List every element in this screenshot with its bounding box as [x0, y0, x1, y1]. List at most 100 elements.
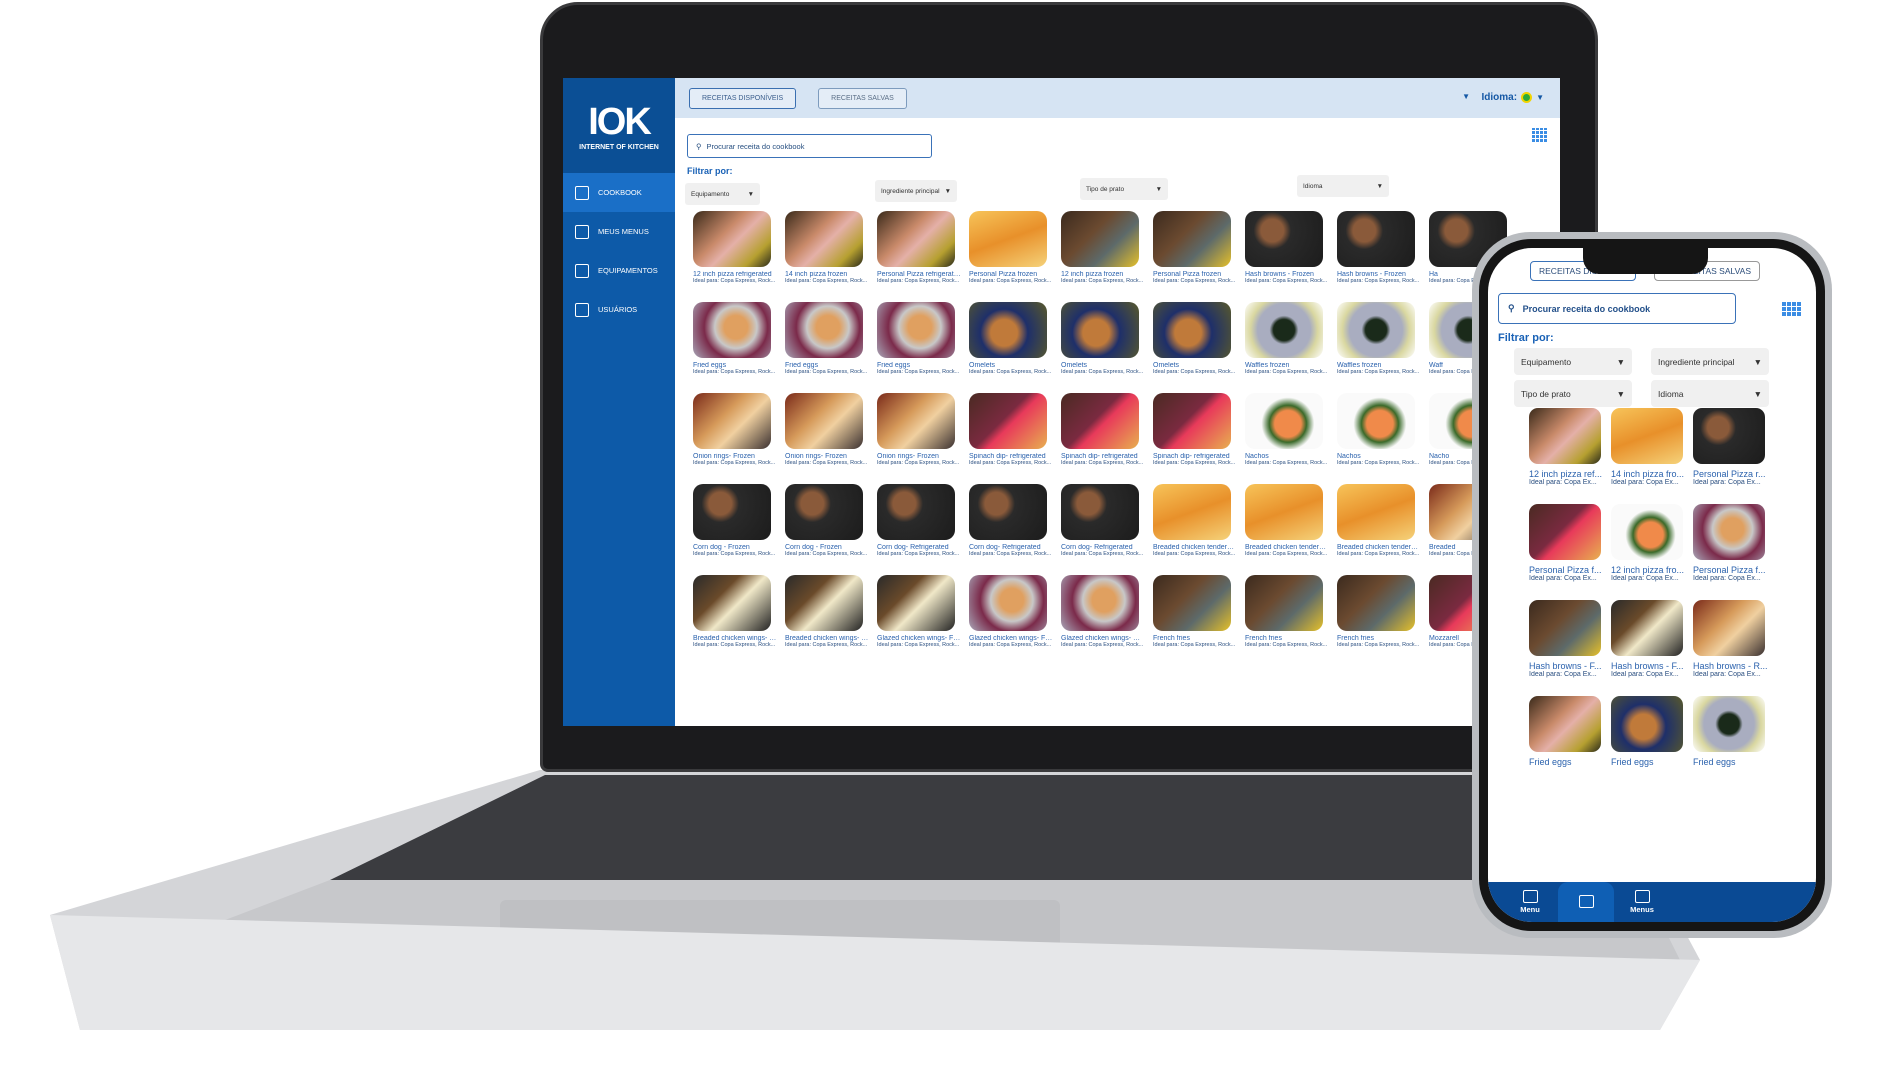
recipe-card[interactable]: French fries Ideal para: Copa Express, Ro… — [1337, 575, 1421, 648]
recipe-card[interactable]: Fried eggs — [1529, 696, 1611, 767]
recipe-card[interactable]: Glazed chicken wings- Fro... Ideal para: … — [877, 575, 961, 648]
recipe-card[interactable]: Corn dog- Refrigerated Ideal para: Copa E… — [1061, 484, 1145, 557]
recipe-image — [1611, 600, 1683, 656]
recipe-title: Omelets — [1153, 362, 1180, 369]
sidebar-item-cookbook[interactable]: COOKBOOK — [563, 173, 675, 212]
recipe-card[interactable]: Spinach dip- refrigerated Ideal para: Cop… — [1061, 393, 1145, 466]
recipe-card[interactable]: Personal Pizza frozen Ideal para: Copa Ex… — [1153, 211, 1237, 284]
phone-search-input[interactable]: ⚲ Procurar receita do cookbook — [1498, 293, 1736, 324]
recipe-card[interactable]: Nachos Ideal para: Copa Express, Rock... — [1337, 393, 1421, 466]
tab-receitas-disponiveis[interactable]: RECEITAS DISPONÍVEIS — [689, 87, 797, 109]
recipe-card[interactable]: French fries Ideal para: Copa Express, Ro… — [1153, 575, 1237, 648]
recipe-card[interactable]: 14 inch pizza fro... Ideal para: Copa Ex.… — [1611, 408, 1693, 486]
phone-filter-tipo-prato[interactable]: Tipo de prato ▼ — [1514, 380, 1632, 407]
recipe-card[interactable]: Waffles frozen Ideal para: Copa Express, … — [1245, 302, 1329, 375]
recipe-card[interactable]: Hash browns - Frozen Ideal para: Copa Exp… — [1337, 211, 1421, 284]
recipe-image — [1611, 504, 1683, 560]
recipe-subtitle: Ideal para: Copa Express, Rock... — [693, 460, 776, 466]
recipe-subtitle: Ideal para: Copa Express, Rock... — [969, 551, 1052, 557]
recipe-image — [785, 302, 863, 358]
recipe-card[interactable]: 12 inch pizza frozen Ideal para: Copa Exp… — [1061, 211, 1145, 284]
recipe-image — [877, 211, 955, 267]
recipe-title: Corn dog - Frozen — [693, 544, 750, 551]
filter-equipamento[interactable]: Equipamento ▼ — [685, 183, 760, 205]
recipe-card[interactable]: Onion rings- Frozen Ideal para: Copa Expr… — [877, 393, 961, 466]
recipe-card[interactable]: Breaded chicken wings- Fr... Ideal para: … — [693, 575, 777, 648]
recipe-card[interactable]: Fried eggs Ideal para: Copa Express, Rock… — [693, 302, 777, 375]
grid-view-icon[interactable] — [1532, 128, 1548, 142]
recipe-card[interactable]: Onion rings- Frozen Ideal para: Copa Expr… — [693, 393, 777, 466]
recipe-card[interactable]: Personal Pizza refrigerated Ideal para: C… — [877, 211, 961, 284]
recipe-card[interactable]: Fried eggs — [1693, 696, 1775, 767]
recipe-card[interactable]: Hash browns - F... Ideal para: Copa Ex... — [1611, 600, 1693, 678]
recipe-card[interactable]: 12 inch pizza ref... Ideal para: Copa Ex.… — [1529, 408, 1611, 486]
recipe-card[interactable]: Hash browns - R... Ideal para: Copa Ex... — [1693, 600, 1775, 678]
recipe-card[interactable]: Corn dog - Frozen Ideal para: Copa Expres… — [693, 484, 777, 557]
phone-filter-equipamento[interactable]: Equipamento ▼ — [1514, 348, 1632, 375]
menus-icon — [1634, 890, 1650, 903]
phone-filter-idioma[interactable]: Idioma ▼ — [1651, 380, 1769, 407]
recipe-card[interactable]: Personal Pizza f... Ideal para: Copa Ex..… — [1529, 504, 1611, 582]
recipe-card[interactable]: Personal Pizza r... Ideal para: Copa Ex..… — [1693, 408, 1775, 486]
recipe-card[interactable]: Corn dog- Refrigerated Ideal para: Copa E… — [877, 484, 961, 557]
recipe-card[interactable]: Omelets Ideal para: Copa Express, Rock... — [1153, 302, 1237, 375]
recipe-subtitle: Ideal para: Copa Express, Rock... — [1245, 369, 1328, 375]
recipe-image — [1153, 302, 1231, 358]
sidebar-item-equipamentos[interactable]: EQUIPAMENTOS — [563, 251, 675, 290]
recipe-image — [1153, 484, 1231, 540]
recipe-image — [1245, 484, 1323, 540]
language-selector[interactable]: Idioma: ▼ — [1482, 92, 1544, 103]
recipe-subtitle: Ideal para: Copa Ex... — [1693, 671, 1761, 678]
recipe-title: Nachos — [1245, 453, 1269, 460]
recipe-card[interactable]: Corn dog- Refrigerated Ideal para: Copa E… — [969, 484, 1053, 557]
recipe-card[interactable]: Omelets Ideal para: Copa Express, Rock... — [1061, 302, 1145, 375]
recipe-card[interactable]: Waffles frozen Ideal para: Copa Express, … — [1337, 302, 1421, 375]
recipe-subtitle: Ideal para: Copa Ex... — [1693, 575, 1761, 582]
recipe-card[interactable]: Personal Pizza frozen Ideal para: Copa Ex… — [969, 211, 1053, 284]
phone-nav-cookbook[interactable] — [1558, 882, 1614, 922]
recipe-card[interactable]: Breaded chicken tenders -... Ideal para: … — [1245, 484, 1329, 557]
filter-idioma[interactable]: Idioma ▼ — [1297, 175, 1389, 197]
recipe-card[interactable]: Omelets Ideal para: Copa Express, Rock... — [969, 302, 1053, 375]
phone-filter-ingrediente[interactable]: Ingrediente principal ▼ — [1651, 348, 1769, 375]
recipe-card[interactable]: Personal Pizza f... Ideal para: Copa Ex..… — [1693, 504, 1775, 582]
recipe-card[interactable]: Corn dog - Frozen Ideal para: Copa Expres… — [785, 484, 869, 557]
chevron-down-icon[interactable]: ▼ — [1462, 92, 1470, 101]
recipe-card[interactable]: Spinach dip- refrigerated Ideal para: Cop… — [1153, 393, 1237, 466]
sidebar-item-meusmenus[interactable]: MEUS MENUS — [563, 212, 675, 251]
recipe-card[interactable]: 12 inch pizza refrigerated Ideal para: Co… — [693, 211, 777, 284]
recipe-image — [785, 484, 863, 540]
recipe-card[interactable]: Onion rings- Frozen Ideal para: Copa Expr… — [785, 393, 869, 466]
recipe-image — [1693, 504, 1765, 560]
recipe-card[interactable]: Hash browns - F... Ideal para: Copa Ex... — [1529, 600, 1611, 678]
sidebar-item-usurios[interactable]: USUÁRIOS — [563, 290, 675, 329]
phone-nav-menu[interactable]: Menu — [1502, 890, 1558, 914]
recipe-image — [785, 575, 863, 631]
recipe-card[interactable]: Hash browns - Frozen Ideal para: Copa Exp… — [1245, 211, 1329, 284]
recipe-card[interactable]: Glazed chicken wings- Ref... Ideal para: … — [1061, 575, 1145, 648]
recipe-card[interactable]: Breaded chicken tenders -... Ideal para: … — [1337, 484, 1421, 557]
tab-receitas-salvas[interactable]: RECEITAS SALVAS — [818, 87, 907, 109]
recipe-card[interactable]: French fries Ideal para: Copa Express, Ro… — [1245, 575, 1329, 648]
phone-nav-menus[interactable]: Menus — [1614, 890, 1670, 914]
filter-ingrediente[interactable]: Ingrediente principal ▼ — [875, 180, 957, 202]
recipe-image — [877, 575, 955, 631]
recipe-card[interactable]: Fried eggs Ideal para: Copa Express, Rock… — [785, 302, 869, 375]
recipe-card[interactable]: Spinach dip- refrigerated Ideal para: Cop… — [969, 393, 1053, 466]
filter-tipo-prato[interactable]: Tipo de prato ▼ — [1080, 178, 1168, 200]
recipe-image — [693, 211, 771, 267]
recipe-card[interactable]: Glazed chicken wings- Fro... Ideal para: … — [969, 575, 1053, 648]
recipe-card[interactable]: Fried eggs Ideal para: Copa Express, Rock… — [877, 302, 961, 375]
recipe-title: Hash browns - F... — [1611, 661, 1684, 671]
recipe-card[interactable]: Breaded chicken wings- R... Ideal para: C… — [785, 575, 869, 648]
search-input[interactable]: ⚲ Procurar receita do cookbook — [687, 134, 932, 158]
recipe-card[interactable]: Breaded chicken tenders -... Ideal para: … — [1153, 484, 1237, 557]
recipe-subtitle: Ideal para: Copa Express, Rock... — [1245, 278, 1328, 284]
recipe-card[interactable]: 12 inch pizza fro... Ideal para: Copa Ex.… — [1611, 504, 1693, 582]
recipe-title: 14 inch pizza frozen — [785, 271, 848, 278]
grid-view-icon[interactable] — [1782, 301, 1802, 316]
recipe-card[interactable]: Fried eggs — [1611, 696, 1693, 767]
recipe-card[interactable]: 14 inch pizza frozen Ideal para: Copa Exp… — [785, 211, 869, 284]
recipe-subtitle: Ideal para: Copa Express, Rock... — [1245, 460, 1328, 466]
recipe-card[interactable]: Nachos Ideal para: Copa Express, Rock... — [1245, 393, 1329, 466]
